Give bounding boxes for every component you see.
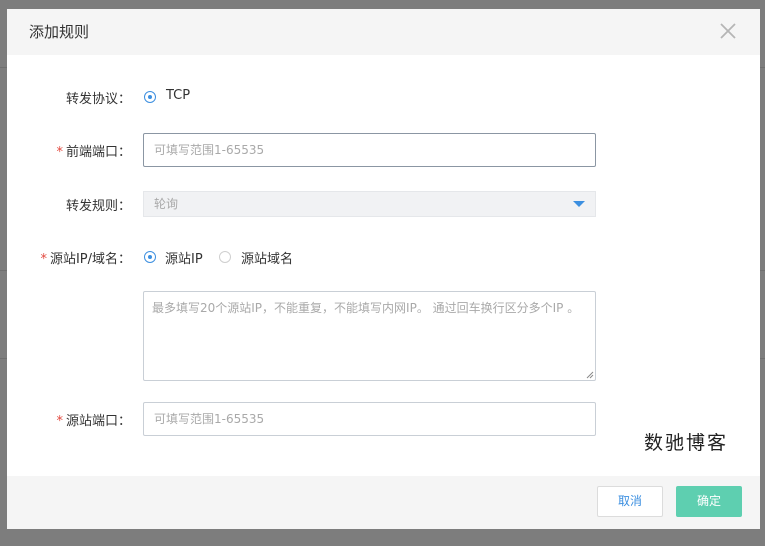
frontend-port-input[interactable] bbox=[143, 133, 596, 167]
required-mark: * bbox=[56, 145, 63, 160]
dialog-header: 添加规则 bbox=[7, 9, 760, 55]
background-divider bbox=[760, 270, 765, 271]
add-rule-dialog: 添加规则 转发协议： TCP *前端端口： 转发规则： 轮询 *源站IP/域名：… bbox=[7, 9, 760, 529]
required-mark: * bbox=[56, 414, 63, 429]
forward-rule-label: 转发规则： bbox=[65, 199, 131, 214]
background-divider bbox=[0, 270, 7, 271]
required-mark: * bbox=[40, 252, 47, 267]
origin-domain-radio[interactable] bbox=[219, 251, 231, 263]
background-divider bbox=[760, 358, 765, 359]
dialog-footer: 取消 确定 bbox=[7, 476, 760, 529]
origin-port-label: * 源站端口： bbox=[56, 414, 131, 429]
protocol-label: 转发协议： bbox=[65, 92, 131, 107]
protocol-tcp-radio[interactable] bbox=[144, 91, 156, 103]
background-divider bbox=[760, 67, 765, 68]
background-divider bbox=[0, 67, 7, 68]
forward-rule-select[interactable]: 轮询 bbox=[143, 191, 596, 217]
watermark-text: 数驰博客 bbox=[644, 432, 729, 454]
frontend-port-label: * 前端端口： bbox=[56, 145, 131, 160]
origin-domain-label: 源站域名 bbox=[241, 252, 294, 267]
origin-ip-radio[interactable] bbox=[144, 251, 156, 263]
origin-port-input[interactable] bbox=[143, 402, 596, 436]
resize-handle-icon[interactable] bbox=[586, 371, 594, 379]
forward-rule-value: 轮询 bbox=[154, 197, 179, 211]
dialog-title: 添加规则 bbox=[29, 23, 90, 41]
origin-ip-textarea[interactable] bbox=[143, 291, 596, 381]
close-icon[interactable] bbox=[716, 19, 740, 43]
background-divider bbox=[0, 358, 7, 359]
protocol-tcp-label: TCP bbox=[166, 88, 191, 103]
origin-label: * 源站IP/域名： bbox=[40, 252, 131, 267]
cancel-button[interactable]: 取消 bbox=[597, 486, 663, 517]
caret-down-icon bbox=[573, 201, 585, 207]
origin-ip-label: 源站IP bbox=[165, 252, 203, 267]
confirm-button[interactable]: 确定 bbox=[676, 486, 742, 517]
